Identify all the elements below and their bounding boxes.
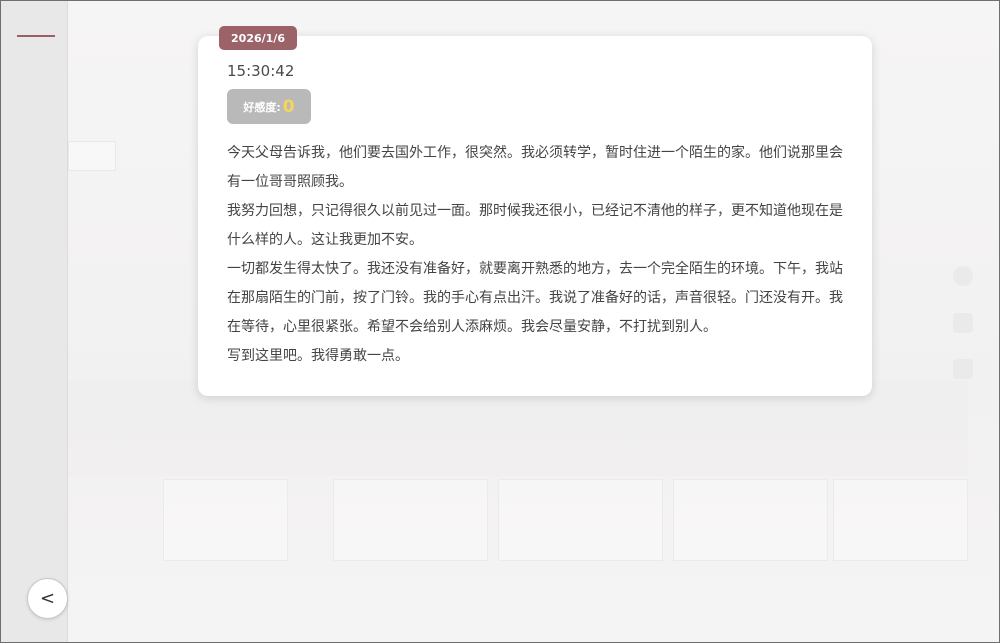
background-cabinet [833,479,968,561]
diary-time: 15:30:42 [227,62,295,80]
diary-paragraph: 我努力回想，只记得很久以前见过一面。那时候我还很小，已经记不清他的样子，更不知道… [227,203,843,248]
affection-badge: 好感度: 0 [227,89,311,124]
background-cabinet [163,479,288,561]
background-cabinet [333,479,488,561]
faded-trash-icon [953,359,973,379]
game-screen: < 2026/1/6 15:30:42 好感度: 0 今天父母告诉我，他们要去国… [0,0,1000,643]
back-arrow-icon: < [39,588,56,609]
background-cabinet [673,479,828,561]
diary-paragraph: 写到这里吧。我得勇敢一点。 [227,348,409,364]
diary-paragraph: 一切都发生得太快了。我还没有准备好，就要离开熟悉的地方，去一个完全陌生的环境。下… [227,261,843,335]
diary-card: 15:30:42 好感度: 0 今天父母告诉我，他们要去国外工作，很突然。我必须… [198,36,872,396]
affection-label: 好感度: [243,100,281,114]
diary-paragraph: 今天父母告诉我，他们要去国外工作，很突然。我必须转学，暂时住进一个陌生的家。他们… [227,145,843,190]
background-cabinet [498,479,663,561]
background-frame [68,141,116,171]
sidebar: < [1,1,68,642]
faded-eye-icon [953,266,973,286]
faded-book-icon [953,313,973,333]
diary-body: 今天父母告诉我，他们要去国外工作，很突然。我必须转学，暂时住进一个陌生的家。他们… [227,139,847,371]
back-button[interactable]: < [27,578,68,619]
affection-value: 0 [282,96,295,117]
menu-line-icon[interactable] [17,35,55,37]
date-tag: 2026/1/6 [219,26,297,50]
